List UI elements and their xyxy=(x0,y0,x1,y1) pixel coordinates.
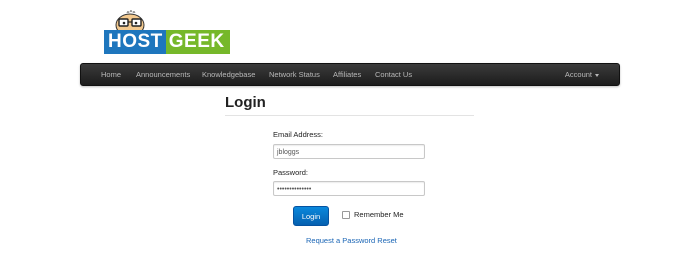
title-divider xyxy=(225,115,474,116)
caret-down-icon xyxy=(595,73,599,77)
remember-me-checkbox[interactable] xyxy=(342,211,350,219)
logo-text-host: HOST xyxy=(104,30,166,54)
nav-item-home[interactable]: Home xyxy=(101,64,121,85)
password-reset-link[interactable]: Request a Password Reset xyxy=(306,236,397,245)
nav-item-network-status[interactable]: Network Status xyxy=(269,64,320,85)
login-button[interactable]: Login xyxy=(293,206,329,226)
nav-account-dropdown[interactable]: Account xyxy=(565,64,599,85)
logo-wordmark: HOST GEEK xyxy=(104,30,230,54)
email-field[interactable]: jbloggs xyxy=(273,144,425,159)
nav-item-contact-us[interactable]: Contact Us xyxy=(375,64,412,85)
page-title: Login xyxy=(225,94,266,111)
logo-text-geek: GEEK xyxy=(165,30,230,54)
email-label: Email Address: xyxy=(273,130,324,139)
nav-item-announcements[interactable]: Announcements xyxy=(136,64,190,85)
password-field[interactable]: •••••••••••••• xyxy=(273,181,425,196)
main-navbar: Home Announcements Knowledgebase Network… xyxy=(80,63,620,86)
nav-account-label: Account xyxy=(564,70,592,79)
site-logo[interactable]: HOST GEEK xyxy=(104,8,230,54)
password-label: Password: xyxy=(273,168,309,177)
nav-item-affiliates[interactable]: Affiliates xyxy=(333,64,361,85)
remember-me-label[interactable]: Remember Me xyxy=(354,210,404,219)
nav-item-knowledgebase[interactable]: Knowledgebase xyxy=(202,64,255,85)
